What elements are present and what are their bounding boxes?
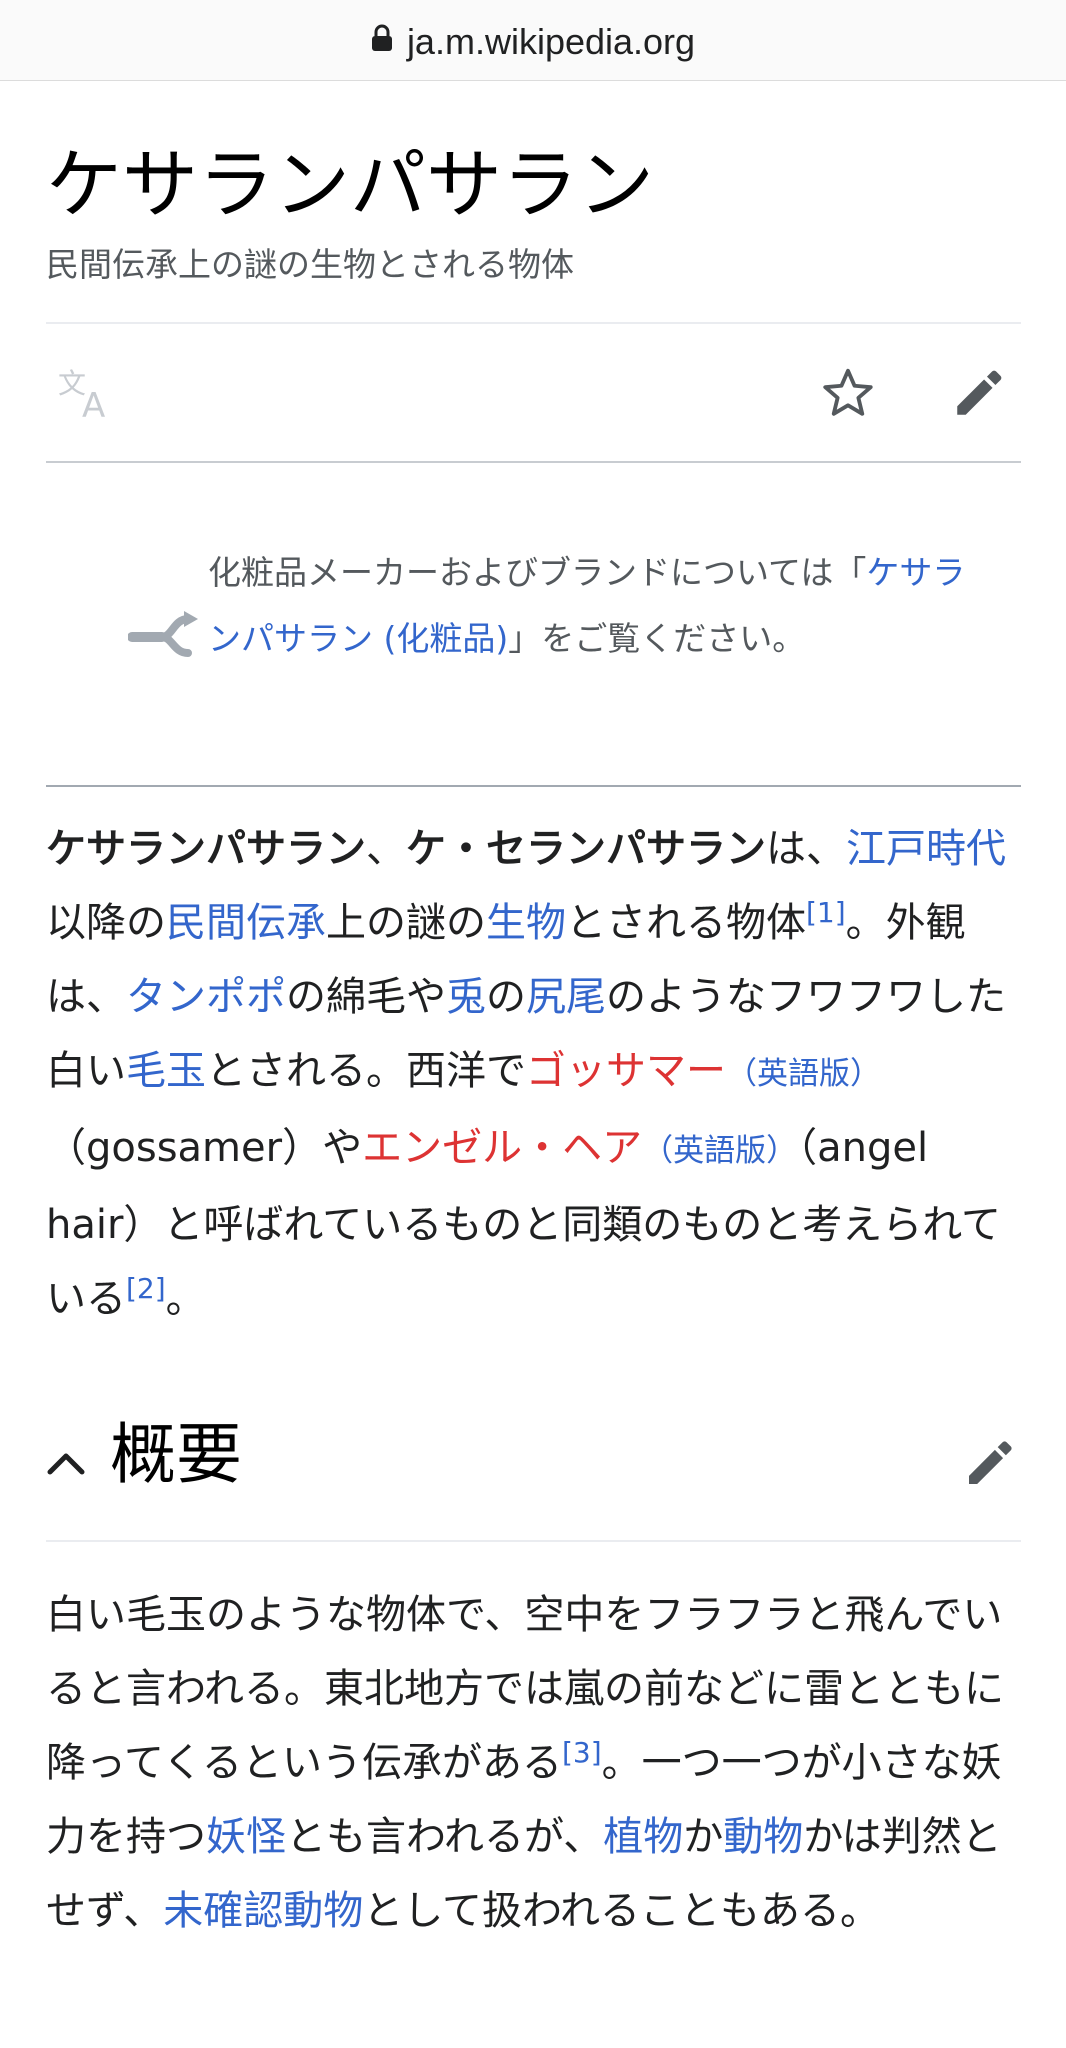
- link-organism[interactable]: 生物: [486, 900, 566, 946]
- text: 以降の: [46, 900, 166, 946]
- text: の: [486, 974, 526, 1020]
- browser-address-bar[interactable]: ja.m.wikipedia.org: [0, 0, 1066, 81]
- edit-pencil-icon[interactable]: [950, 364, 1008, 426]
- interlanguage-close: ）: [766, 1133, 798, 1169]
- page-description: 民間伝承上の謎の生物とされる物体: [46, 245, 574, 284]
- chevron-up-icon[interactable]: [46, 1404, 86, 1504]
- interlanguage-open: （: [726, 1056, 757, 1092]
- text: 。: [165, 1276, 206, 1322]
- section-edit-pencil-icon[interactable]: [962, 1435, 1018, 1495]
- link-cryptid[interactable]: 未確認動物: [163, 1888, 363, 1934]
- hatnote: 化粧品メーカーおよびブランドについては「ケサランパサラン (化粧品)」をご覧くだ…: [208, 540, 988, 672]
- text: として扱われることもある。: [363, 1888, 881, 1934]
- bold-term: ケ・セランパサラン: [406, 826, 766, 872]
- overview-paragraph: 白い毛玉のような物体で、空中をフラフラと飛んでいると言われる。東北地方では嵐の前…: [46, 1578, 1021, 1948]
- interlanguage-close: ）: [850, 1056, 881, 1092]
- hatnote-divider: [46, 785, 1021, 787]
- interlanguage-open: （: [642, 1133, 674, 1169]
- hatnote-text-after: 」をご覧ください。: [508, 619, 806, 658]
- toolbar-divider: [46, 461, 1021, 463]
- translate-icon[interactable]: 文 A: [56, 365, 120, 426]
- link-plant[interactable]: 植物: [603, 1814, 683, 1860]
- text: とされる物体: [566, 900, 806, 946]
- link-folklore[interactable]: 民間伝承: [166, 900, 326, 946]
- star-icon[interactable]: [818, 364, 878, 426]
- text: か: [683, 1814, 724, 1860]
- link-animal[interactable]: 動物: [723, 1814, 803, 1860]
- bold-term: ケサランパサラン: [46, 826, 366, 872]
- text: の綿毛や: [286, 974, 446, 1020]
- link-edo-period[interactable]: 江戸時代: [846, 826, 1006, 872]
- title-divider: [46, 322, 1021, 324]
- text: 、: [366, 826, 406, 872]
- reference-1[interactable]: [1]: [806, 896, 846, 929]
- link-yokai[interactable]: 妖怪: [206, 1814, 286, 1860]
- reference-3[interactable]: [3]: [562, 1736, 602, 1769]
- redlink-gossamer[interactable]: ゴッサマー: [526, 1048, 726, 1094]
- text: とも言われるが、: [286, 1814, 604, 1860]
- page-title: ケサランパサラン: [46, 140, 654, 229]
- interlanguage-link-english[interactable]: 英語版: [757, 1056, 850, 1092]
- link-tail[interactable]: 尻尾: [526, 974, 606, 1020]
- svg-text:A: A: [82, 386, 105, 421]
- link-dandelion[interactable]: タンポポ: [126, 974, 286, 1020]
- url-display[interactable]: ja.m.wikipedia.org: [0, 20, 1066, 66]
- lock-icon: [371, 18, 393, 62]
- reference-2[interactable]: [2]: [126, 1272, 166, 1305]
- url-text: ja.m.wikipedia.org: [406, 21, 696, 62]
- disambiguation-fork-icon: [127, 607, 202, 667]
- hatnote-text: 化粧品メーカーおよびブランドについては「: [208, 553, 867, 592]
- link-hairball[interactable]: 毛玉: [126, 1048, 206, 1094]
- text: （gossamer）や: [46, 1125, 363, 1171]
- interlanguage-link-english[interactable]: 英語版: [673, 1133, 766, 1169]
- text: とされる。西洋で: [206, 1048, 526, 1094]
- section-heading-overview[interactable]: 概要: [46, 1405, 242, 1510]
- text: は、: [766, 826, 846, 872]
- lead-paragraph: ケサランパサラン、ケ・セランパサランは、江戸時代以降の民間伝承上の謎の生物とされ…: [46, 812, 1021, 1336]
- redlink-angel-hair[interactable]: エンゼル・ヘア: [362, 1125, 642, 1171]
- section-title: 概要: [110, 1416, 242, 1493]
- section-divider: [46, 1540, 1021, 1542]
- text: 上の謎の: [326, 900, 486, 946]
- link-rabbit[interactable]: 兎: [446, 974, 486, 1020]
